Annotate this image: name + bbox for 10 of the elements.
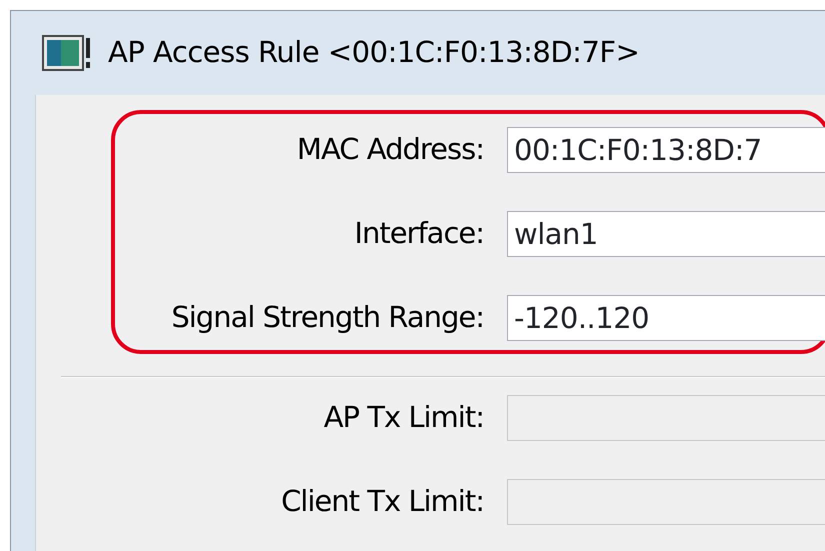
input-field[interactable]: 00:1C:F0:13:8D:7 xyxy=(507,127,825,173)
window-icon xyxy=(42,35,92,71)
field-label: AP Tx Limit: xyxy=(322,399,484,436)
field-label: MAC Address: xyxy=(296,131,484,168)
window-title: AP Access Rule <00:1C:F0:13:8D:7F> xyxy=(108,34,640,72)
input-field[interactable]: -120..120 xyxy=(507,295,825,341)
field-label: Client Tx Limit: xyxy=(280,483,484,520)
field-label: Signal Strength Range: xyxy=(170,299,484,336)
field-label: Interface: xyxy=(353,215,484,252)
input-field[interactable]: wlan1 xyxy=(507,211,825,257)
